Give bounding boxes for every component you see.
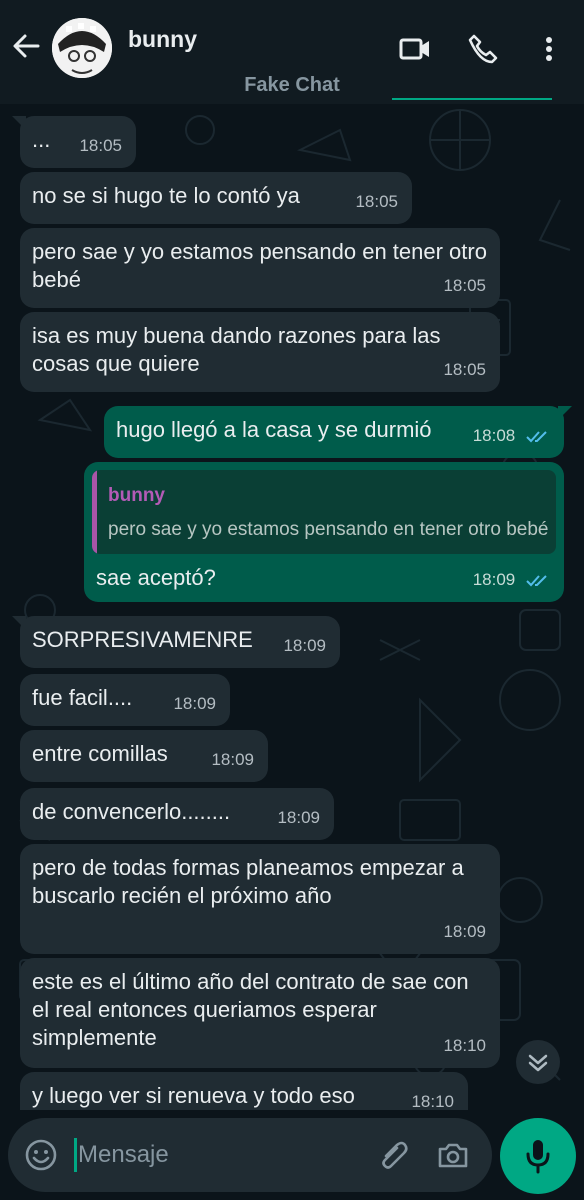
message-time-value: 18:08 [472, 426, 516, 445]
message-time: 18:09 [283, 636, 326, 655]
message-text: SORPRESIVAMENRE [32, 627, 253, 652]
quoted-message[interactable]: bunny pero sae y yo estamos pensando en … [92, 470, 556, 554]
emoji-icon[interactable] [24, 1138, 58, 1172]
chat-header: bunny Fake Chat [0, 0, 584, 104]
message-text: pero de todas formas planeamos empezar a… [32, 855, 464, 908]
message-composer [8, 1118, 492, 1192]
message-bubble-incoming[interactable]: este es el último año del contrato de sa… [20, 958, 500, 1068]
message-bubble-incoming[interactable]: ... 18:05 [12, 116, 136, 168]
text-caret [74, 1138, 77, 1172]
message-time: 18:05 [443, 360, 486, 379]
avatar[interactable] [52, 18, 112, 78]
message-text: y luego ver si renueva y todo eso [32, 1083, 355, 1108]
message-time: 18:09 [173, 694, 216, 713]
microphone-icon [526, 1140, 550, 1174]
message-time: 18:08 [473, 422, 550, 450]
message-time: 18:09 [277, 808, 320, 827]
quote-text: pero sae y yo estamos pensando en tener … [108, 519, 549, 540]
message-bubble-incoming[interactable]: pero de todas formas planeamos empezar a… [20, 844, 500, 954]
message-time: 18:10 [411, 1092, 454, 1110]
message-text: isa es muy buena dando razones para las … [32, 323, 441, 376]
message-text: hugo llegó a la casa y se durmió [116, 417, 432, 442]
message-text: sae aceptó? [96, 565, 216, 590]
message-text: ... [32, 127, 51, 152]
message-time: 18:05 [355, 192, 398, 211]
quote-author: bunny [108, 485, 165, 506]
double-check-icon [526, 430, 547, 442]
quote-accent-bar [92, 470, 97, 554]
message-bubble-incoming[interactable]: no se si hugo te lo contó ya 18:05 [20, 172, 412, 224]
video-call-icon[interactable] [398, 32, 432, 66]
message-bubble-incoming[interactable]: isa es muy buena dando razones para las … [20, 312, 500, 392]
microphone-button[interactable] [500, 1118, 576, 1194]
message-bubble-outgoing[interactable]: hugo llegó a la casa y se durmió 18:08 [104, 406, 572, 458]
bubble-tail [12, 616, 26, 630]
message-text: de convencerlo........ [32, 799, 231, 824]
message-bubble-incoming[interactable]: fue facil.... 18:09 [20, 674, 230, 726]
bubble-tail [558, 406, 572, 420]
message-bubble-incoming[interactable]: de convencerlo........ 18:09 [20, 788, 334, 840]
message-time: 18:10 [443, 1036, 486, 1055]
back-arrow-icon[interactable] [10, 30, 42, 62]
attach-icon[interactable] [376, 1138, 410, 1172]
camera-icon[interactable] [436, 1138, 470, 1172]
double-check-icon [526, 574, 547, 586]
message-text: entre comillas [32, 741, 168, 766]
message-list[interactable]: ... 18:05 no se si hugo te lo contó ya 1… [0, 104, 584, 1110]
scroll-to-bottom-button[interactable] [516, 1040, 560, 1084]
message-time: 18:09 [443, 922, 486, 941]
more-options-icon[interactable] [532, 32, 566, 66]
message-text: no se si hugo te lo contó ya [32, 183, 300, 208]
avatar-illustration [52, 18, 112, 78]
message-time: 18:09 [473, 566, 550, 594]
chat-subtitle: Fake Chat [244, 74, 340, 96]
chevron-down-icon [528, 1054, 548, 1072]
message-bubble-outgoing-reply[interactable]: bunny pero sae y yo estamos pensando en … [84, 462, 564, 602]
message-time-value: 18:09 [472, 570, 516, 589]
bubble-tail [12, 116, 26, 130]
message-bubble-incoming[interactable]: entre comillas 18:09 [20, 730, 268, 782]
message-time: 18:05 [443, 276, 486, 295]
message-time: 18:09 [211, 750, 254, 769]
message-bubble-incoming[interactable]: pero sae y yo estamos pensando en tener … [20, 228, 500, 308]
message-bubble-incoming[interactable]: SORPRESIVAMENRE 18:09 [12, 616, 340, 668]
subtitle-underline [392, 98, 552, 100]
message-bubble-incoming[interactable]: y luego ver si renueva y todo eso 18:10 [20, 1072, 468, 1110]
message-text: este es el último año del contrato de sa… [32, 969, 469, 1050]
phone-icon[interactable] [466, 32, 500, 66]
message-time: 18:05 [79, 136, 122, 155]
message-input[interactable] [78, 1136, 358, 1174]
message-text: pero sae y yo estamos pensando en tener … [32, 239, 487, 292]
message-text: fue facil.... [32, 685, 133, 710]
contact-name[interactable]: bunny [128, 26, 197, 53]
